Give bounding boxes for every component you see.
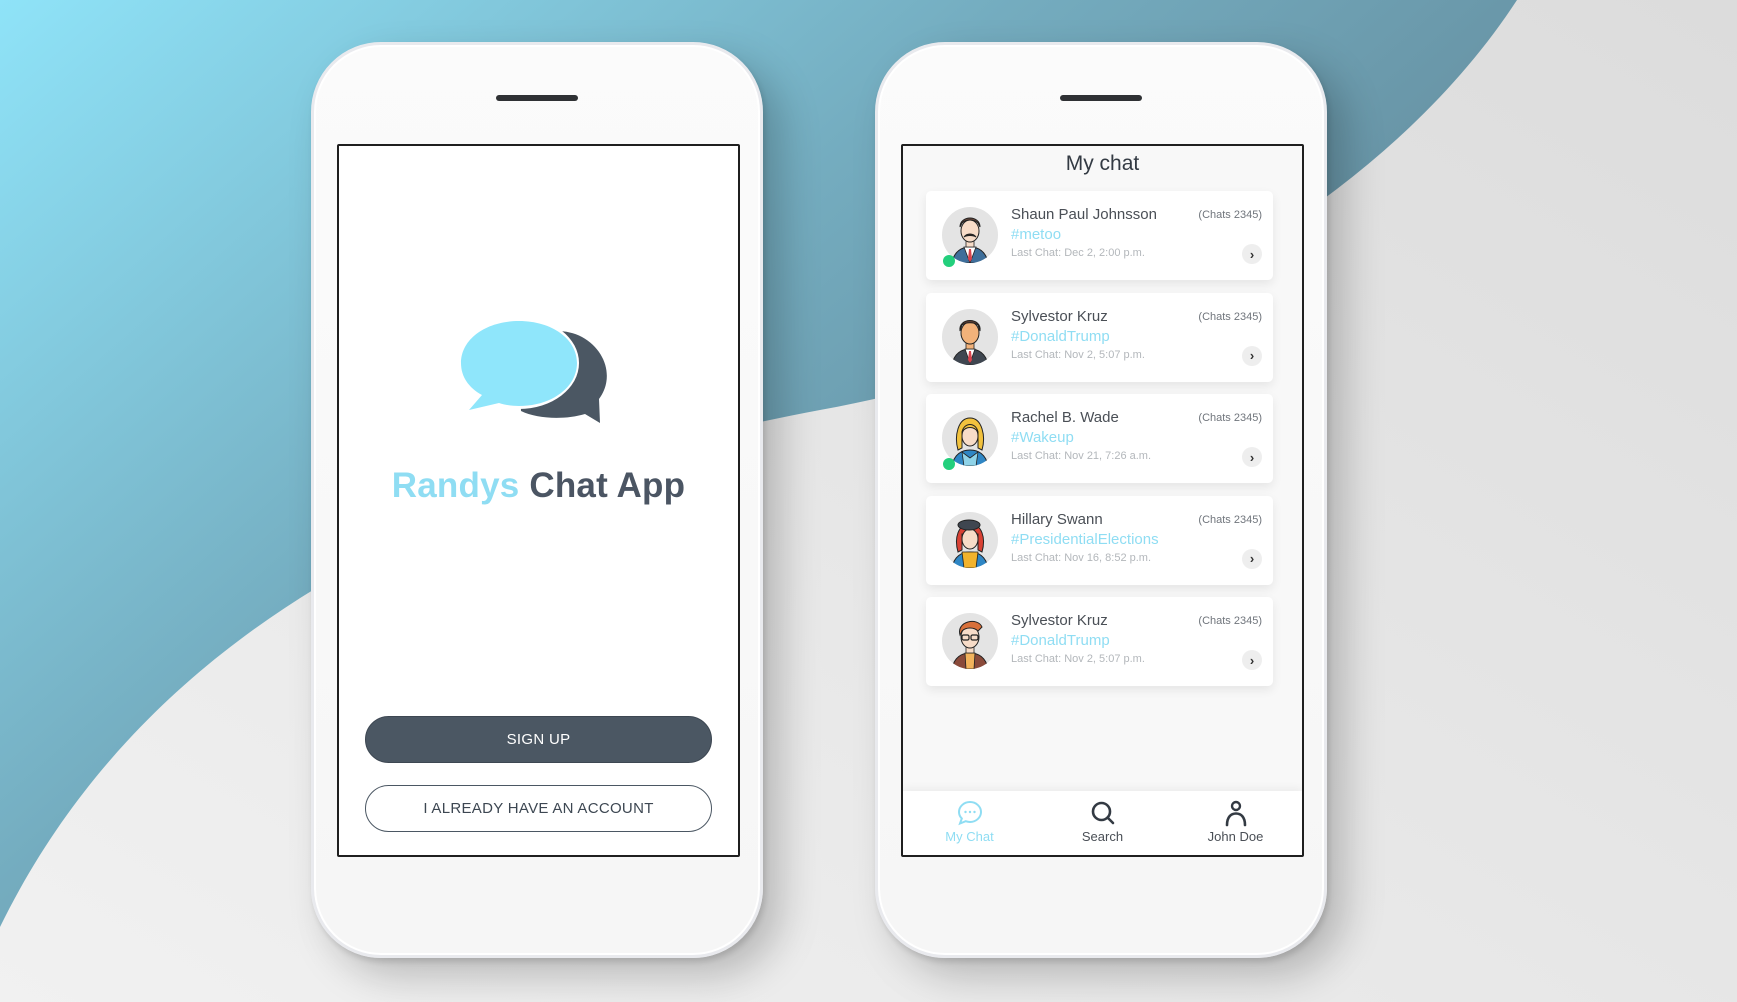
- contact-hashtag[interactable]: #DonaldTrump: [1011, 328, 1110, 345]
- last-chat-time: Last Chat: Nov 16, 8:52 p.m.: [1011, 551, 1152, 564]
- phone-speaker: [496, 95, 578, 101]
- app-title: Randys Chat App: [339, 466, 738, 506]
- page-title: My chat: [1065, 152, 1140, 175]
- man-glasses-avatar: [942, 613, 998, 669]
- last-chat-time: Last Chat: Dec 2, 2:00 p.m.: [1011, 247, 1145, 259]
- user-icon: [1225, 800, 1246, 827]
- chat-item[interactable]: Hillary Swann #PresidentialElections Las…: [926, 495, 1273, 585]
- woman-beret-avatar: [942, 511, 998, 568]
- bottom-nav: My Chat Search John Doe: [903, 791, 1302, 855]
- phone-chat-list: My chat Shaun Paul Johnsson #metoo Last …: [875, 42, 1327, 958]
- online-status-dot: [943, 255, 955, 267]
- last-chat-time: Last Chat: Nov 2, 5:07 p.m.: [1011, 653, 1145, 665]
- welcome-screen: Randys Chat App SIGN UP I ALREADY HAVE A…: [337, 144, 740, 857]
- contact-name: Hillary Swann: [1011, 510, 1103, 528]
- chevron-right-icon[interactable]: ›: [1242, 548, 1262, 569]
- app-title-part2: Chat App: [529, 466, 686, 505]
- chevron-right-icon[interactable]: ›: [1242, 650, 1262, 670]
- sign-up-button[interactable]: SIGN UP: [365, 716, 712, 763]
- chat-count: (Chats 2345): [1198, 209, 1262, 221]
- chevron-right-icon[interactable]: ›: [1242, 345, 1262, 366]
- man-suit-avatar: [942, 308, 998, 365]
- nav-profile[interactable]: John Doe: [1169, 791, 1302, 855]
- nav-label: My Chat: [945, 829, 994, 844]
- contact-hashtag[interactable]: #metoo: [1011, 226, 1061, 243]
- chevron-right-icon[interactable]: ›: [1242, 447, 1262, 467]
- chat-count: (Chats 2345): [1198, 310, 1262, 323]
- chat-count: (Chats 2345): [1198, 513, 1262, 526]
- chat-item[interactable]: Rachel B. Wade #Wakeup Last Chat: Nov 21…: [926, 394, 1273, 483]
- background: [0, 0, 1737, 1002]
- contact-name: Sylvestor Kruz: [1011, 612, 1108, 629]
- chat-item[interactable]: Shaun Paul Johnsson #metoo Last Chat: De…: [926, 191, 1273, 280]
- chat-list: Shaun Paul Johnsson #metoo Last Chat: De…: [926, 191, 1273, 699]
- search-icon: [1091, 801, 1114, 825]
- contact-name: Shaun Paul Johnsson: [1011, 206, 1157, 223]
- app-title-part1: Randys: [391, 466, 520, 505]
- contact-hashtag[interactable]: #DonaldTrump: [1011, 632, 1110, 649]
- chat-list-screen: My chat Shaun Paul Johnsson #metoo Last …: [901, 144, 1304, 857]
- chat-item[interactable]: Sylvestor Kruz #DonaldTrump Last Chat: N…: [926, 597, 1273, 686]
- contact-hashtag[interactable]: #Wakeup: [1011, 429, 1074, 446]
- phone-welcome: Randys Chat App SIGN UP I ALREADY HAVE A…: [311, 42, 763, 958]
- nav-label: Search: [1081, 829, 1124, 844]
- contact-name: Rachel B. Wade: [1011, 409, 1119, 426]
- login-button[interactable]: I ALREADY HAVE AN ACCOUNT: [365, 785, 712, 832]
- chat-bubbles-icon: [459, 317, 607, 423]
- chevron-right-icon[interactable]: ›: [1242, 244, 1262, 264]
- last-chat-time: Last Chat: Nov 2, 5:07 p.m.: [1011, 348, 1145, 361]
- chat-item[interactable]: Sylvestor Kruz #DonaldTrump Last Chat: N…: [926, 292, 1273, 382]
- online-status-dot: [943, 458, 955, 470]
- nav-label: John Doe: [1207, 829, 1264, 844]
- chat-count: (Chats 2345): [1198, 615, 1262, 627]
- last-chat-time: Last Chat: Nov 21, 7:26 a.m.: [1011, 450, 1152, 462]
- chat-icon: [957, 800, 982, 826]
- phone-speaker: [1060, 95, 1142, 101]
- nav-search[interactable]: Search: [1036, 791, 1169, 855]
- nav-my-chat[interactable]: My Chat: [903, 791, 1036, 855]
- contact-name: Sylvestor Kruz: [1011, 307, 1108, 325]
- chat-count: (Chats 2345): [1198, 412, 1262, 424]
- contact-hashtag[interactable]: #PresidentialElections: [1011, 531, 1159, 548]
